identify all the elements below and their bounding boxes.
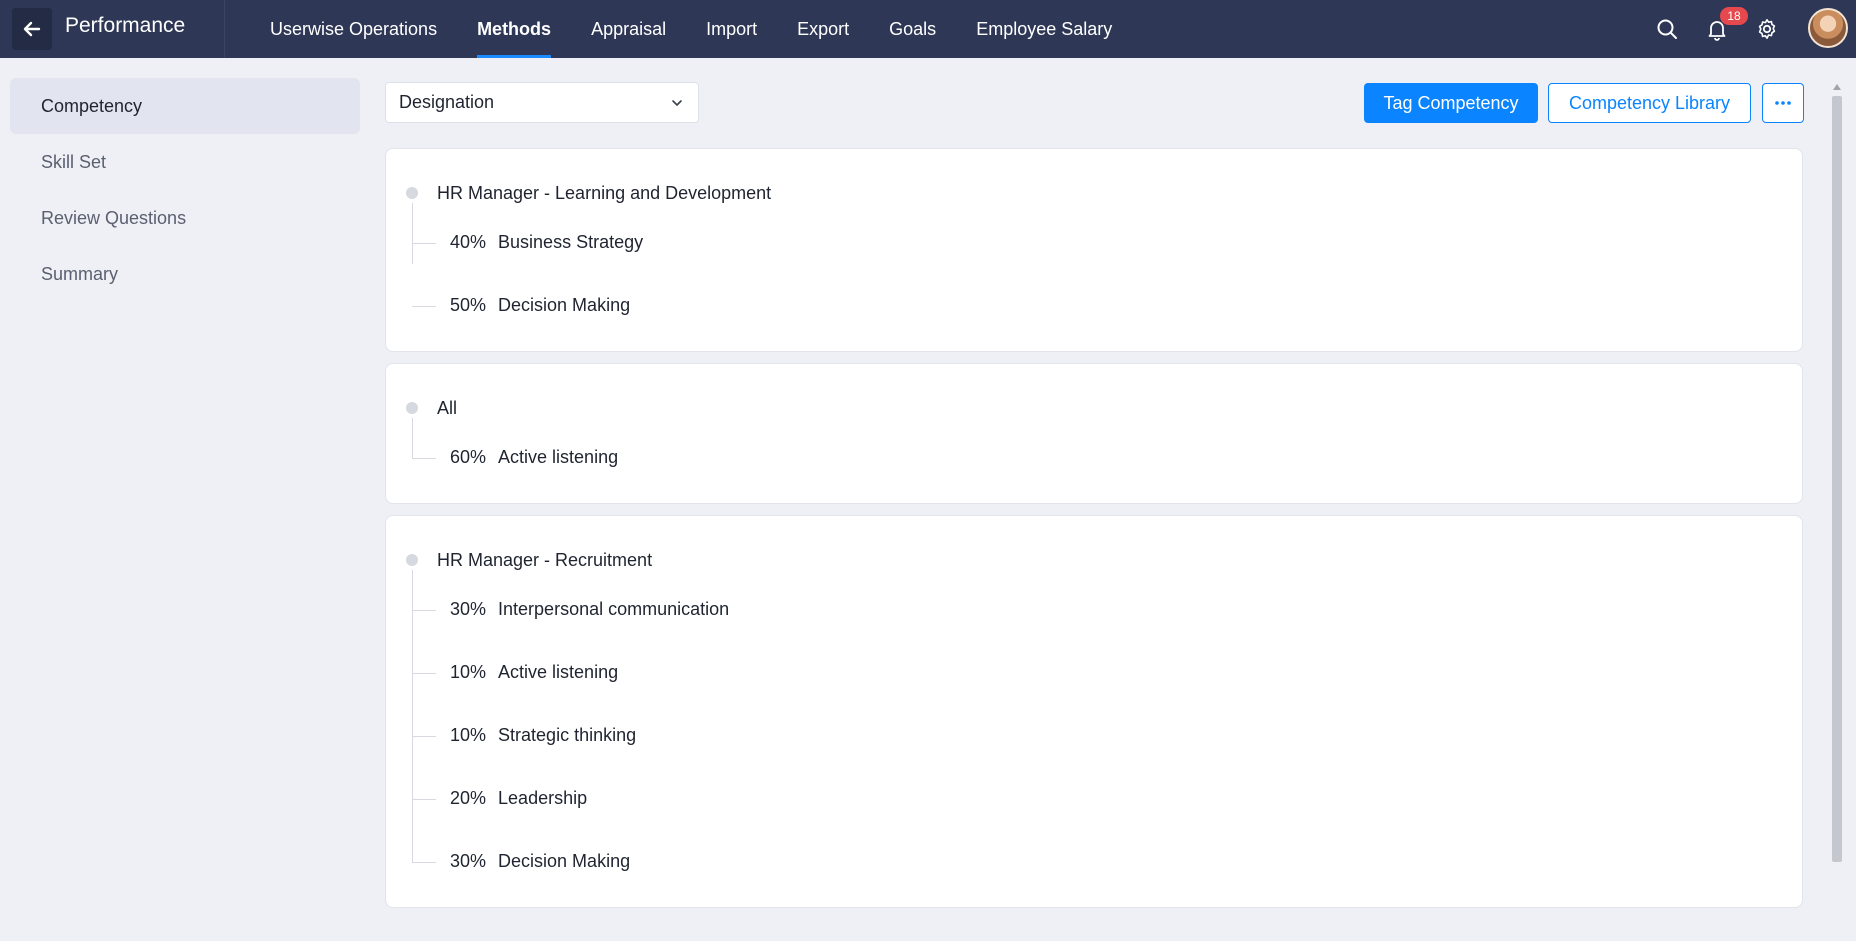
- competency-name: Interpersonal communication: [498, 599, 730, 619]
- sidebar-item-summary[interactable]: Summary: [10, 246, 360, 302]
- nav-userwise-operations[interactable]: Userwise Operations: [250, 0, 457, 58]
- arrow-left-icon: [23, 21, 41, 37]
- card-header: All: [386, 390, 1802, 426]
- designation-card: HR Manager - Learning and Development 40…: [385, 148, 1803, 352]
- competency-row: 20% Leadership: [412, 767, 1802, 830]
- tag-competency-button[interactable]: Tag Competency: [1364, 83, 1538, 123]
- top-bar: Performance Userwise Operations Methods …: [0, 0, 1856, 58]
- designation-title: HR Manager - Recruitment: [437, 549, 653, 570]
- more-options-button[interactable]: [1762, 83, 1804, 123]
- competency-percent: 10%: [450, 725, 487, 745]
- competency-tree: 60% Active listening: [412, 418, 1802, 489]
- sidebar-item-competency[interactable]: Competency: [10, 78, 360, 134]
- notification-badge: 18: [1720, 7, 1748, 25]
- scroll-up-arrow[interactable]: [1832, 82, 1842, 92]
- tree-node-dot: [406, 187, 418, 199]
- competency-percent: 20%: [450, 788, 487, 808]
- sidebar-item-review-questions[interactable]: Review Questions: [10, 190, 360, 246]
- more-horizontal-icon: [1775, 101, 1791, 105]
- designation-card: HR Manager - Recruitment 30% Interperson…: [385, 515, 1803, 908]
- triangle-up-icon: [1833, 84, 1841, 90]
- designation-title: All: [437, 397, 458, 418]
- competency-row: 40% Business Strategy: [412, 211, 1802, 274]
- nav-methods[interactable]: Methods: [457, 0, 571, 58]
- competency-name: Decision Making: [498, 295, 631, 315]
- competency-percent: 50%: [450, 295, 487, 315]
- card-header: HR Manager - Recruitment: [386, 542, 1802, 578]
- competency-percent: 30%: [450, 851, 487, 871]
- nav-import[interactable]: Import: [686, 0, 777, 58]
- competency-percent: 30%: [450, 599, 487, 619]
- main-nav: Userwise Operations Methods Appraisal Im…: [250, 0, 1132, 58]
- competency-row: 10% Active listening: [412, 641, 1802, 704]
- competency-cards: HR Manager - Learning and Development 40…: [385, 148, 1803, 919]
- title-divider: [224, 0, 225, 58]
- settings-button[interactable]: [1751, 13, 1783, 45]
- competency-tree: 30% Interpersonal communication 10% Acti…: [412, 570, 1802, 893]
- competency-row: 30% Decision Making: [412, 830, 1802, 893]
- designation-select[interactable]: Designation: [385, 82, 699, 123]
- avatar[interactable]: [1808, 8, 1848, 48]
- sidebar: Competency Skill Set Review Questions Su…: [10, 78, 360, 302]
- competency-percent: 10%: [450, 662, 487, 682]
- competency-row: 10% Strategic thinking: [412, 704, 1802, 767]
- card-header: HR Manager - Learning and Development: [386, 175, 1802, 211]
- gear-icon: [1758, 19, 1776, 39]
- competency-name: Business Strategy: [498, 232, 644, 252]
- competency-tree: 40% Business Strategy 50% Decision Makin…: [412, 203, 1802, 337]
- competency-name: Strategic thinking: [498, 725, 637, 745]
- tree-node-dot: [406, 402, 418, 414]
- competency-name: Decision Making: [498, 851, 631, 871]
- chevron-down-icon: [672, 100, 682, 106]
- sidebar-item-skill-set[interactable]: Skill Set: [10, 134, 360, 190]
- search-button[interactable]: [1651, 13, 1683, 45]
- competency-percent: 40%: [450, 232, 487, 252]
- search-icon: [1657, 19, 1677, 39]
- competency-name: Active listening: [498, 447, 619, 467]
- scrollbar-thumb[interactable]: [1832, 96, 1842, 862]
- nav-export[interactable]: Export: [777, 0, 869, 58]
- competency-name: Leadership: [498, 788, 588, 808]
- designation-card: All 60% Active listening: [385, 363, 1803, 504]
- competency-row: 60% Active listening: [412, 426, 1802, 489]
- competency-row: 30% Interpersonal communication: [412, 578, 1802, 641]
- app-title: Performance: [65, 14, 186, 37]
- select-value: Designation: [399, 92, 495, 112]
- nav-appraisal[interactable]: Appraisal: [571, 0, 686, 58]
- nav-goals[interactable]: Goals: [869, 0, 956, 58]
- tree-node-dot: [406, 554, 418, 566]
- back-button[interactable]: [12, 8, 52, 50]
- designation-title: HR Manager - Learning and Development: [437, 182, 772, 203]
- competency-row: 50% Decision Making: [412, 274, 1802, 337]
- nav-employee-salary[interactable]: Employee Salary: [956, 0, 1132, 58]
- competency-name: Active listening: [498, 662, 619, 682]
- competency-library-button[interactable]: Competency Library: [1548, 83, 1751, 123]
- competency-percent: 60%: [450, 447, 487, 467]
